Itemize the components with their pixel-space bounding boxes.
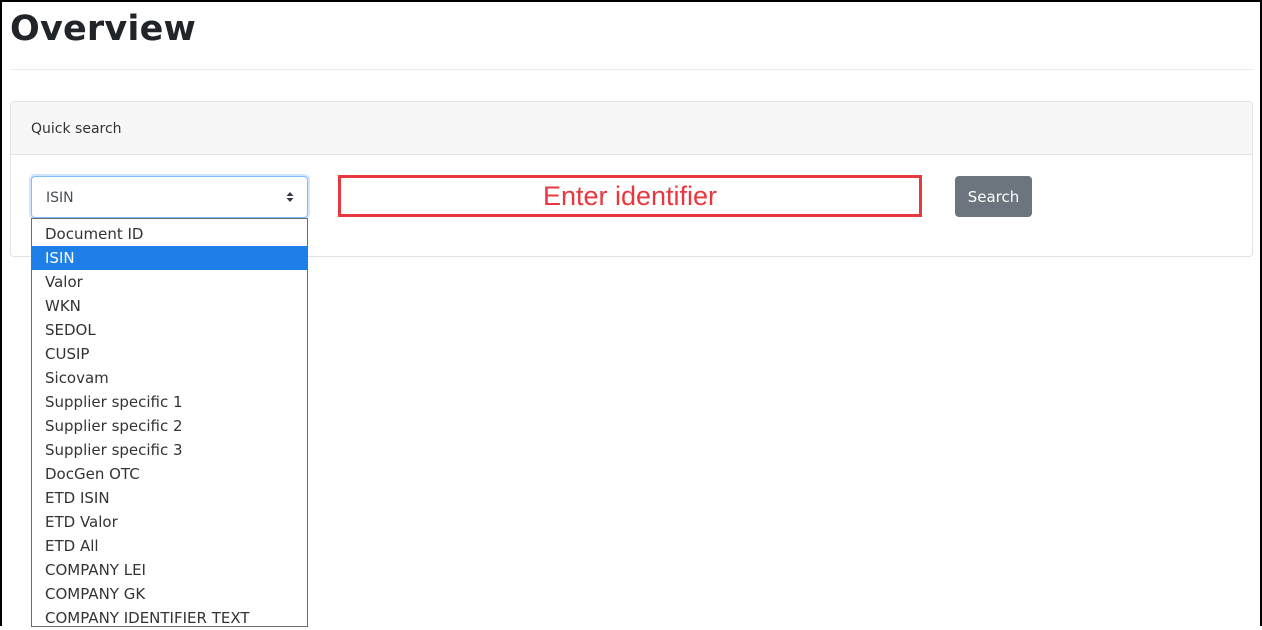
select-option[interactable]: WKN <box>32 294 307 318</box>
card-header: Quick search <box>11 102 1252 155</box>
select-option[interactable]: Document ID <box>32 222 307 246</box>
select-option[interactable]: ETD ISIN <box>32 486 307 510</box>
select-option[interactable]: ETD Valor <box>32 510 307 534</box>
identifier-type-select[interactable]: ISIN <box>31 176 308 218</box>
identifier-input[interactable] <box>338 175 922 217</box>
select-option[interactable]: COMPANY IDENTIFIER TEXT <box>32 606 307 630</box>
select-option[interactable]: COMPANY GK <box>32 582 307 606</box>
title-divider <box>10 69 1254 70</box>
select-option[interactable]: Supplier specific 2 <box>32 414 307 438</box>
chevron-up-down-icon <box>286 192 294 202</box>
select-option[interactable]: Supplier specific 1 <box>32 390 307 414</box>
select-option[interactable]: COMPANY LEI <box>32 558 307 582</box>
select-option[interactable]: ETD All <box>32 534 307 558</box>
search-button[interactable]: Search <box>955 176 1032 217</box>
select-option[interactable]: SEDOL <box>32 318 307 342</box>
select-option[interactable]: DocGen OTC <box>32 462 307 486</box>
select-option[interactable]: Valor <box>32 270 307 294</box>
select-option[interactable]: CUSIP <box>32 342 307 366</box>
card-header-label: Quick search <box>31 121 122 137</box>
page-title: Overview <box>10 9 197 49</box>
select-option[interactable]: ISIN <box>32 246 307 270</box>
select-options-list: Document ID ISIN Valor WKN SEDOL CUSIP Sicovam… <box>31 218 308 627</box>
select-option[interactable]: Supplier specific 3 <box>32 438 307 462</box>
select-option[interactable]: Sicovam <box>32 366 307 390</box>
app-window: Overview Quick search ISIN Document ID IS… <box>0 0 1262 627</box>
select-current-value: ISIN <box>46 190 74 206</box>
